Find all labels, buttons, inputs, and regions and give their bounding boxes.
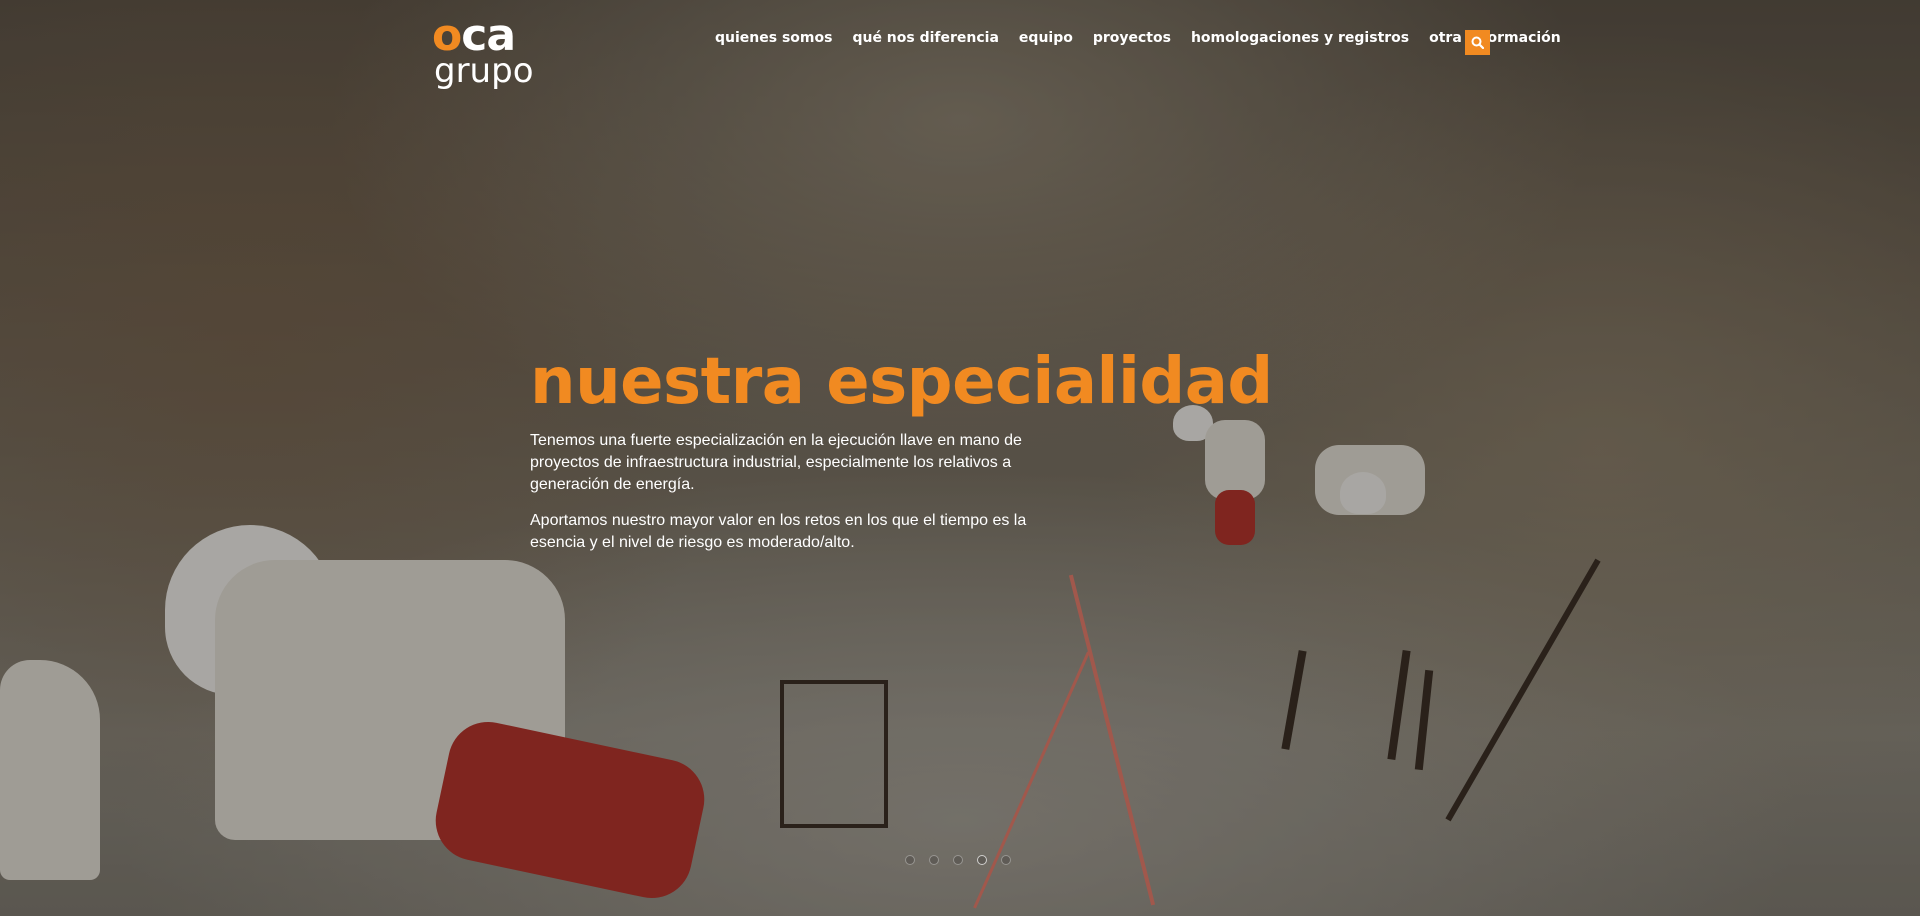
worker-helmet-mid2 [1340,472,1386,514]
worker-body-mid2 [1315,445,1425,515]
hero-headline: nuestra especialidad [530,345,1273,419]
slider-dot-1[interactable] [905,855,915,865]
grupo-oca-logo[interactable]: oca grupo [432,14,534,91]
slider-dot-2[interactable] [929,855,939,865]
rebar-1 [1281,650,1307,750]
worker-legs-mid1 [1215,490,1255,545]
nav-item-homologaciones-y-registros[interactable]: homologaciones y registros [1191,30,1409,46]
hero-paragraph-2: Aportamos nuestro mayor valor en los ret… [530,512,1027,551]
rebar-cage [780,680,888,828]
nav-item-otra-informacion[interactable]: otra información [1429,30,1561,46]
hero-paragraph-1: Tenemos una fuerte especialización en la… [530,432,1022,493]
worker-shirt-left [0,660,100,880]
rope-2 [973,651,1090,909]
nav-item-quienes-somos[interactable]: quienes somos [715,30,832,46]
nav-item-proyectos[interactable]: proyectos [1093,30,1171,46]
rebar-2 [1387,649,1411,761]
search-icon [1471,36,1484,49]
main-nav: quienes somos qué nos diferencia equipo … [715,30,1561,46]
rope-1 [1068,574,1156,906]
site-header: oca grupo quienes somos qué nos diferenc… [0,0,1920,90]
slider-dot-3[interactable] [953,855,963,865]
slider-dot-4[interactable] [977,855,987,865]
worker-helmet-front [165,525,335,695]
rebar-3 [1414,669,1434,771]
worker-pants-front [428,714,712,906]
rebar-4 [1445,558,1601,822]
hero-content: nuestra especialidad Tenemos una fuerte … [530,342,1273,554]
slider-dots [905,855,1011,865]
nav-item-equipo[interactable]: equipo [1019,30,1073,46]
worker-shirt-front [215,560,565,840]
worker-body-mid1 [1205,420,1265,500]
nav-item-que-nos-diferencia[interactable]: qué nos diferencia [852,30,998,46]
slider-dot-5[interactable] [1001,855,1011,865]
logo-bottom-text: grupo [434,51,534,91]
search-button[interactable] [1465,30,1490,55]
